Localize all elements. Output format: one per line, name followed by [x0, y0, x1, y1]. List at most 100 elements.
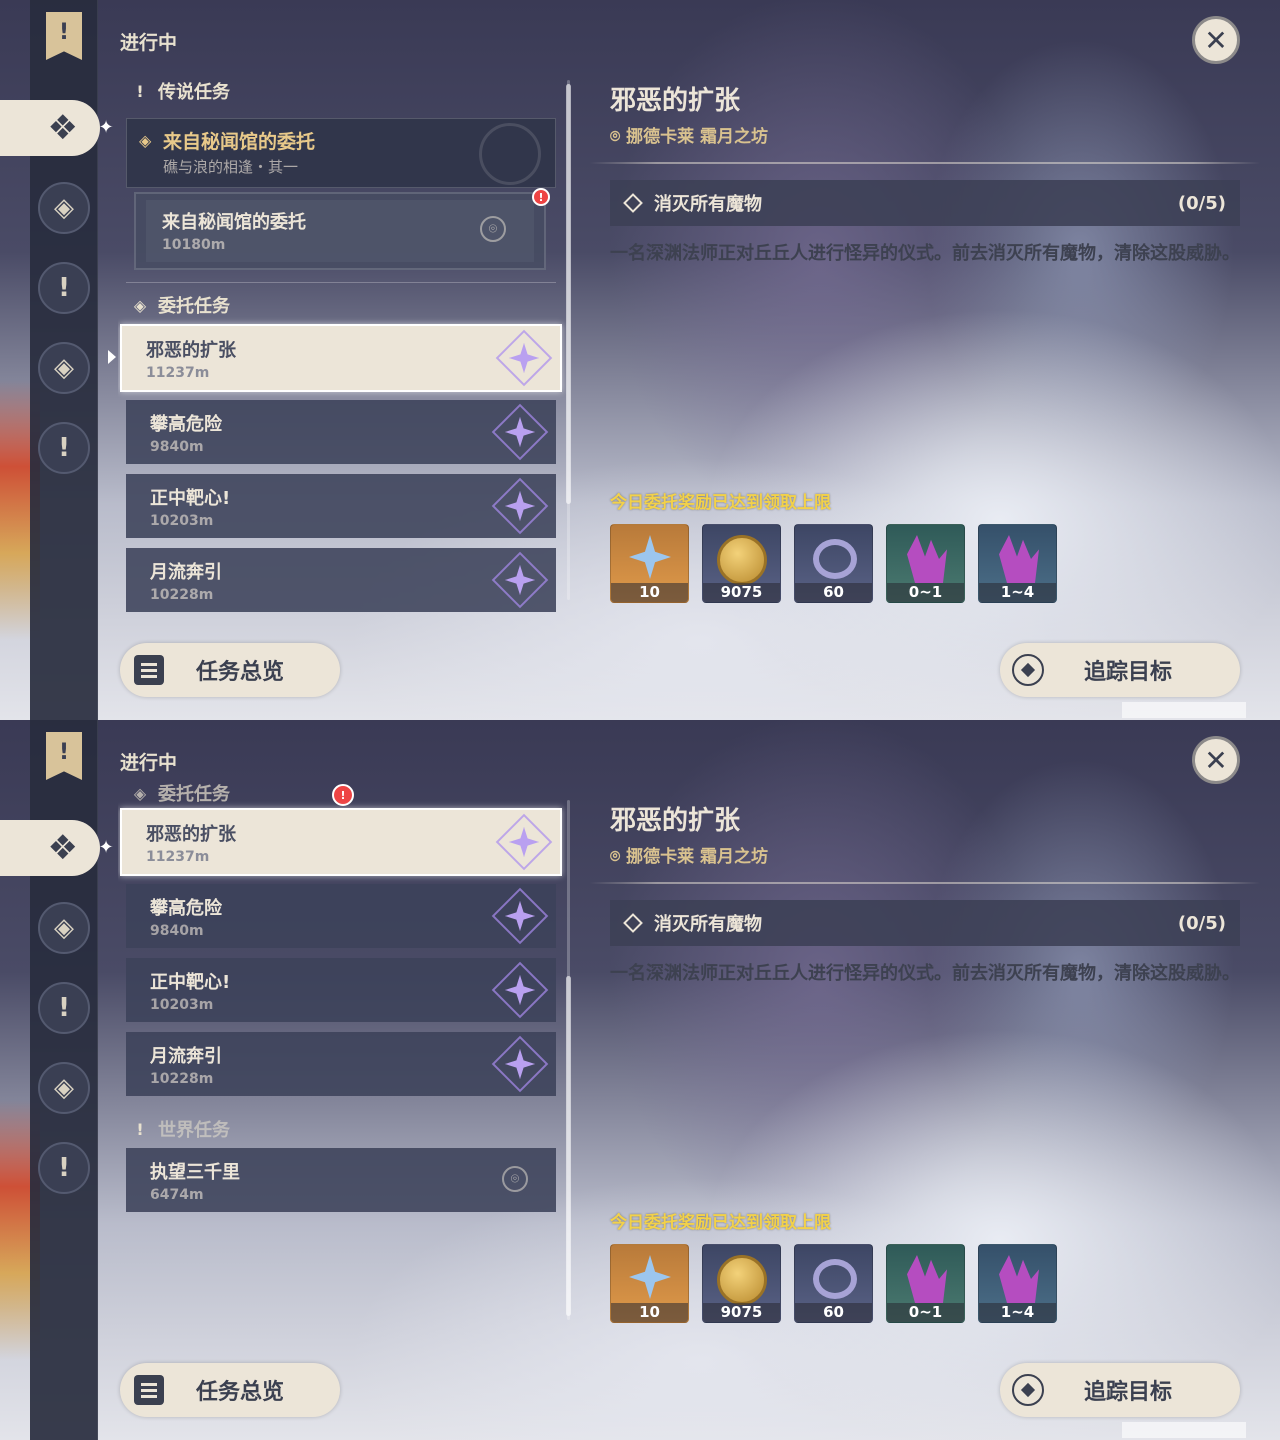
quest-description: 一名深渊法师正对丘丘人进行怪异的仪式。前去消灭所有魔物，清除这股威胁。 [610, 963, 1240, 984]
reward-item[interactable]: 60 [794, 524, 873, 603]
crystal-icon [907, 535, 947, 583]
close-button[interactable]: ✕ [1192, 736, 1240, 784]
sidebar-item-alert[interactable]: ! [38, 422, 90, 474]
detail-location: ⌾ 挪德卡莱 霜月之坊 [610, 127, 769, 147]
reward-count: 9075 [703, 583, 780, 602]
map-pin-icon[interactable]: ⌾ [480, 216, 506, 242]
alert-icon: ! [58, 433, 70, 463]
quest-name: 执望三千里 [150, 1161, 240, 1183]
list-icon [134, 1375, 164, 1405]
list-icon [134, 655, 164, 685]
quest-list[interactable]: ◈ 委托任务 ! 邪恶的扩张 11237m 攀高危险 9840m 正中靶心! 10… [118, 780, 568, 1340]
objective-text: 消灭所有魔物 [654, 194, 762, 215]
quest-type-icon: ◈ [139, 131, 152, 150]
crystal-cluster-icon [999, 535, 1039, 583]
reward-item[interactable]: 60 [794, 1244, 873, 1323]
legend-subquest-card[interactable]: 来自秘闻馆的委托 10180m ⌾ ! [134, 188, 550, 270]
section-commission: ◈ 委托任务 [133, 783, 230, 806]
quest-name: 攀高危险 [150, 897, 222, 919]
alert-badge: ! [332, 784, 354, 806]
reward-item[interactable]: 10 [610, 1244, 689, 1323]
quest-name: 攀高危险 [150, 413, 222, 435]
commission-item[interactable]: 邪恶的扩张 11237m [120, 324, 562, 392]
commission-item[interactable]: 攀高危险 9840m [126, 400, 556, 464]
sparkle-icon: ✦ [98, 117, 114, 138]
commission-item[interactable]: 邪恶的扩张 11237m [120, 808, 562, 876]
sidebar-item-event[interactable]: ◈ [38, 1062, 90, 1114]
commission-star-icon [491, 551, 549, 609]
alert-badge: ! [532, 188, 550, 206]
reward-item[interactable]: 9075 [702, 1244, 781, 1323]
quest-overview-button[interactable]: 任务总览 [120, 643, 340, 697]
sidebar-item-story[interactable]: ◈ [38, 902, 90, 954]
sidebar-item-world[interactable]: ! [38, 262, 90, 314]
quest-overview-button[interactable]: 任务总览 [120, 1363, 340, 1417]
objective-row: 消灭所有魔物 (0/5) [610, 180, 1240, 226]
quest-name: 正中靶心! [150, 971, 231, 993]
reward-count: 60 [795, 583, 872, 602]
quest-distance: 10203m [150, 512, 214, 529]
world-quest-icon: ! [58, 993, 70, 1023]
commission-item[interactable]: 月流奔引 10228m [126, 548, 556, 612]
legend-quest-card[interactable]: ◈ 来自秘闻馆的委托 礁与浪的相逢・其一 [126, 118, 556, 188]
page-title: 进行中 [120, 752, 178, 774]
commission-section-icon: ◈ [133, 783, 147, 803]
quest-distance: 10228m [150, 586, 214, 603]
reward-item[interactable]: 0~1 [886, 1244, 965, 1323]
footer-fade [1122, 702, 1246, 718]
quest-list[interactable]: ! 传说任务 ◈ 来自秘闻馆的委托 礁与浪的相逢・其一 来自秘闻馆的委托 1018… [118, 70, 568, 620]
detail-title: 邪恶的扩张 [610, 86, 741, 116]
quest-screen-bottom: ! ❖ ✦ ◈ ! ◈ ! 进行中 ✕ ◈ 委托任务 ! 邪恶的扩张 11237m… [0, 720, 1280, 1440]
commission-item[interactable]: 正中靶心! 10203m [126, 474, 556, 538]
reward-item[interactable]: 1~4 [978, 1244, 1057, 1323]
commission-item[interactable]: 月流奔引 10228m [126, 1032, 556, 1096]
commission-item[interactable]: 攀高危险 9840m [126, 884, 556, 948]
sidebar-item-world[interactable]: ! [38, 982, 90, 1034]
sidebar-item-commissions[interactable]: ❖ [0, 820, 100, 876]
commission-star-icon [491, 477, 549, 535]
sidebar-item-story[interactable]: ◈ [38, 182, 90, 234]
world-quest-item[interactable]: 执望三千里 6474m ⌾ [126, 1148, 556, 1212]
quest-distance: 9840m [150, 438, 204, 455]
reward-item[interactable]: 9075 [702, 524, 781, 603]
emblem-icon [479, 123, 541, 185]
quest-description: 一名深渊法师正对丘丘人进行怪异的仪式。前去消灭所有魔物，清除这股威胁。 [610, 243, 1240, 264]
reward-item[interactable]: 1~4 [978, 524, 1057, 603]
track-target-button[interactable]: 追踪目标 [1000, 1363, 1240, 1417]
adventure-exp-icon [813, 1259, 857, 1299]
mora-icon [717, 535, 767, 585]
legend-quest-icon: ! [136, 81, 144, 101]
sparkle-icon: ✦ [98, 837, 114, 858]
world-quest-section-icon: ! [136, 1119, 144, 1139]
close-button[interactable]: ✕ [1192, 16, 1240, 64]
scrollbar-thumb[interactable] [566, 976, 571, 1316]
detail-title: 邪恶的扩张 [610, 806, 741, 836]
primogem-icon [629, 1255, 671, 1299]
sidebar-item-event[interactable]: ◈ [38, 342, 90, 394]
track-target-button[interactable]: 追踪目标 [1000, 643, 1240, 697]
sidebar-item-alert[interactable]: ! [38, 1142, 90, 1194]
divider [590, 882, 1260, 884]
objective-progress: (0/5) [1177, 912, 1226, 934]
reward-count: 0~1 [887, 583, 964, 602]
commission-item[interactable]: 正中靶心! 10203m [126, 958, 556, 1022]
quest-name: 邪恶的扩张 [146, 339, 236, 361]
commission-icon: ❖ [47, 828, 78, 868]
divider [590, 162, 1260, 164]
scrollbar-thumb[interactable] [566, 84, 571, 504]
quest-distance: 9840m [150, 922, 204, 939]
quest-name: 月流奔引 [150, 1045, 222, 1067]
reward-item[interactable]: 10 [610, 524, 689, 603]
event-quest-icon: ◈ [54, 1073, 74, 1103]
map-pin-icon[interactable]: ⌾ [502, 1166, 528, 1192]
crystal-cluster-icon [999, 1255, 1039, 1303]
quest-distance: 11237m [146, 364, 210, 381]
sidebar-item-commissions[interactable]: ❖ [0, 100, 100, 156]
reward-notice: 今日委托奖励已达到领取上限 [610, 493, 831, 513]
reward-item[interactable]: 0~1 [886, 524, 965, 603]
divider [126, 282, 556, 283]
quest-name: 正中靶心! [150, 487, 231, 509]
commission-star-icon [491, 961, 549, 1019]
quest-name: 邪恶的扩张 [146, 823, 236, 845]
crystal-icon [907, 1255, 947, 1303]
